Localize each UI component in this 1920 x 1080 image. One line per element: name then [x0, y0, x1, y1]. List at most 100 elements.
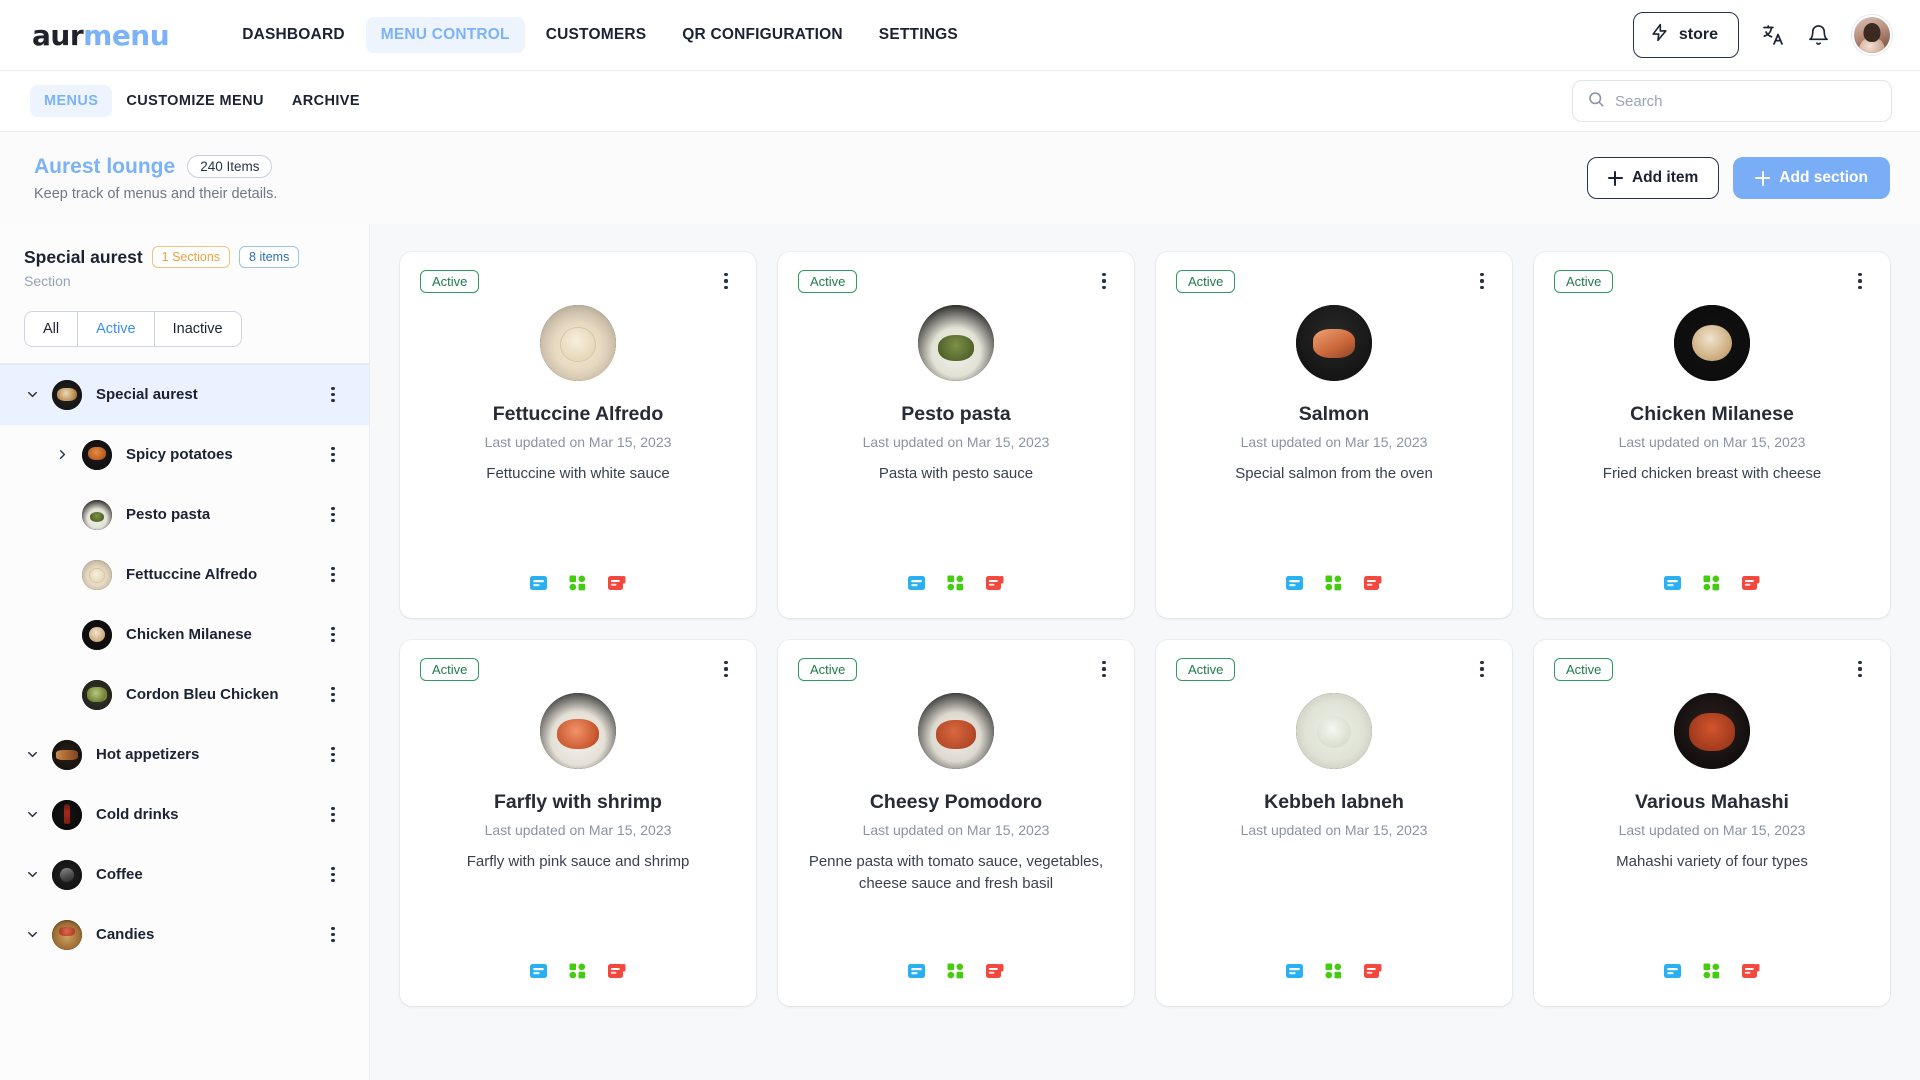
- delete-card-icon[interactable]: [607, 962, 627, 980]
- filter-active[interactable]: Active: [78, 312, 155, 346]
- sidebar-item-menu-button[interactable]: [323, 624, 343, 646]
- notification-bell-icon[interactable]: [1807, 24, 1830, 47]
- card-actions: [1663, 548, 1761, 592]
- menu-item-card[interactable]: Active Fettuccine Alfredo Last updated on …: [400, 252, 756, 618]
- sidebar-item-menu-button[interactable]: [323, 744, 343, 766]
- sub-navbar: MENUS CUSTOMIZE MENU ARCHIVE: [0, 70, 1920, 132]
- brand-logo[interactable]: aur menu: [32, 19, 170, 52]
- edit-card-icon[interactable]: [1285, 962, 1305, 980]
- sidebar-item-hot-appetizers[interactable]: Hot appetizers: [0, 725, 369, 785]
- grid-options-icon[interactable]: [1324, 962, 1344, 980]
- sidebar-item-coffee[interactable]: Coffee: [0, 845, 369, 905]
- sidebar-item-special-aurest[interactable]: Special aurest: [0, 364, 369, 425]
- nav-settings[interactable]: SETTINGS: [864, 17, 973, 53]
- dot: [331, 386, 335, 390]
- card-title: Various Mahashi: [1635, 791, 1789, 813]
- nav-dashboard[interactable]: DASHBOARD: [227, 17, 360, 53]
- search-input[interactable]: [1615, 92, 1877, 110]
- food-photo: [540, 305, 616, 381]
- filter-all[interactable]: All: [25, 312, 79, 346]
- card-menu-button[interactable]: [1850, 658, 1870, 680]
- dot: [331, 819, 335, 823]
- translate-icon[interactable]: [1761, 23, 1785, 47]
- menu-item-card[interactable]: Active Farfly with shrimp Last updated on …: [400, 640, 756, 1006]
- card-menu-button[interactable]: [1472, 658, 1492, 680]
- delete-card-icon[interactable]: [1363, 962, 1383, 980]
- menu-item-card[interactable]: Active Cheesy Pomodoro Last updated on Mar…: [778, 640, 1134, 1006]
- delete-card-icon[interactable]: [985, 962, 1005, 980]
- card-menu-button[interactable]: [1472, 270, 1492, 292]
- delete-card-icon[interactable]: [1741, 574, 1761, 592]
- edit-card-icon[interactable]: [1663, 574, 1683, 592]
- edit-card-icon[interactable]: [529, 962, 549, 980]
- delete-card-icon[interactable]: [1741, 962, 1761, 980]
- dot: [331, 812, 335, 817]
- grid-options-icon[interactable]: [946, 962, 966, 980]
- card-menu-button[interactable]: [716, 658, 736, 680]
- dot: [331, 399, 335, 403]
- main-nav: DASHBOARD MENU CONTROL CUSTOMERS QR CONF…: [227, 17, 973, 53]
- grid-options-icon[interactable]: [946, 574, 966, 592]
- sidebar-item-menu-button[interactable]: [323, 684, 343, 706]
- edit-card-icon[interactable]: [907, 962, 927, 980]
- filter-inactive[interactable]: Inactive: [154, 312, 241, 346]
- card-menu-button[interactable]: [716, 270, 736, 292]
- nav-qr-configuration[interactable]: QR CONFIGURATION: [667, 17, 858, 53]
- menu-item-card[interactable]: Active Kebbeh labneh Last updated on Mar 1…: [1156, 640, 1512, 1006]
- sidebar-item-chicken-milanese[interactable]: Chicken Milanese: [0, 605, 369, 665]
- sidebar-item-menu-button[interactable]: [323, 384, 343, 406]
- tab-archive[interactable]: ARCHIVE: [278, 85, 374, 117]
- card-menu-button[interactable]: [1094, 270, 1114, 292]
- edit-card-icon[interactable]: [1285, 574, 1305, 592]
- sidebar-item-cold-drinks[interactable]: Cold drinks: [0, 785, 369, 845]
- sidebar-item-menu-button[interactable]: [323, 804, 343, 826]
- sidebar-item-menu-button[interactable]: [323, 924, 343, 946]
- chevron-down-icon[interactable]: [22, 747, 42, 762]
- plus-icon: [1607, 170, 1623, 186]
- card-menu-button[interactable]: [1094, 658, 1114, 680]
- grid-options-icon[interactable]: [568, 574, 588, 592]
- tab-menus[interactable]: MENUS: [30, 85, 113, 117]
- card-image: [540, 693, 616, 769]
- card-menu-button[interactable]: [1850, 270, 1870, 292]
- dot: [1480, 285, 1484, 289]
- sidebar-item-fettuccine-alfredo[interactable]: Fettuccine Alfredo: [0, 545, 369, 605]
- menu-item-card[interactable]: Active Chicken Milanese Last updated on Ma…: [1534, 252, 1890, 618]
- chevron-right-icon[interactable]: [52, 447, 72, 462]
- store-button[interactable]: store: [1632, 12, 1739, 58]
- edit-card-icon[interactable]: [907, 574, 927, 592]
- delete-card-icon[interactable]: [607, 574, 627, 592]
- user-avatar[interactable]: [1852, 15, 1892, 55]
- sidebar-item-candies[interactable]: Candies: [0, 905, 369, 965]
- nav-menu-control[interactable]: MENU CONTROL: [365, 17, 525, 53]
- card-last-updated: Last updated on Mar 15, 2023: [1240, 434, 1428, 451]
- delete-card-icon[interactable]: [1363, 574, 1383, 592]
- chevron-down-icon[interactable]: [22, 927, 42, 942]
- edit-card-icon[interactable]: [1663, 962, 1683, 980]
- tab-customize-menu[interactable]: CUSTOMIZE MENU: [112, 85, 277, 117]
- sidebar-item-menu-button[interactable]: [323, 864, 343, 886]
- menu-item-card[interactable]: Active Various Mahashi Last updated on Mar…: [1534, 640, 1890, 1006]
- chevron-down-icon[interactable]: [22, 807, 42, 822]
- edit-card-icon[interactable]: [529, 574, 549, 592]
- search-box[interactable]: [1572, 80, 1892, 122]
- add-item-button[interactable]: Add item: [1586, 157, 1720, 199]
- sidebar-item-menu-button[interactable]: [323, 564, 343, 586]
- chevron-down-icon[interactable]: [22, 387, 42, 402]
- sidebar-item-pesto-pasta[interactable]: Pesto pasta: [0, 485, 369, 545]
- sidebar-item-menu-button[interactable]: [323, 504, 343, 526]
- grid-options-icon[interactable]: [1702, 574, 1722, 592]
- delete-card-icon[interactable]: [985, 574, 1005, 592]
- sidebar-item-cordon-bleu-chicken[interactable]: Cordon Bleu Chicken: [0, 665, 369, 725]
- food-photo: [1674, 305, 1750, 381]
- sidebar-item-spicy-potatoes[interactable]: Spicy potatoes: [0, 425, 369, 485]
- menu-item-card[interactable]: Active Salmon Last updated on Mar 15, 2023…: [1156, 252, 1512, 618]
- menu-item-card[interactable]: Active Pesto pasta Last updated on Mar 15,…: [778, 252, 1134, 618]
- add-section-button[interactable]: Add section: [1733, 157, 1890, 199]
- grid-options-icon[interactable]: [1702, 962, 1722, 980]
- sidebar-item-menu-button[interactable]: [323, 444, 343, 466]
- grid-options-icon[interactable]: [1324, 574, 1344, 592]
- chevron-down-icon[interactable]: [22, 867, 42, 882]
- grid-options-icon[interactable]: [568, 962, 588, 980]
- nav-customers[interactable]: CUSTOMERS: [531, 17, 662, 53]
